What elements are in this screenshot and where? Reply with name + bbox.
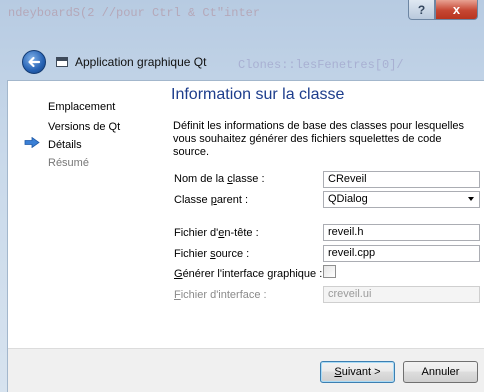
generate-ui-checkbox[interactable]: [323, 265, 336, 278]
background-code-line: ndeyboardS(2 //pour Ctrl & Ct"inter: [8, 6, 261, 20]
source-file-input[interactable]: reveil.cpp: [323, 245, 480, 262]
back-button[interactable]: [22, 50, 46, 74]
step-details: Détails: [48, 139, 82, 151]
step-resume: Résumé: [48, 157, 89, 169]
help-button[interactable]: ?: [408, 0, 435, 20]
class-name-input[interactable]: CReveil: [323, 171, 480, 188]
step-emplacement: Emplacement: [48, 101, 116, 113]
next-button[interactable]: Suivant >: [320, 361, 395, 383]
class-name-label: Nom de la classe :: [174, 173, 265, 185]
window-title: Application graphique Qt: [75, 55, 207, 69]
ui-file-input: creveil.ui: [323, 286, 480, 303]
close-icon: x: [452, 2, 461, 17]
ui-file-label: Fichier d'interface :: [174, 289, 267, 301]
generate-ui-label: Générer l'interface graphique :: [174, 268, 323, 280]
parent-class-select[interactable]: QDialog: [323, 191, 480, 208]
background-code-line: Clones::lesFenetres[0]/: [238, 58, 404, 72]
page-title: Information sur la classe: [171, 86, 345, 103]
cancel-button[interactable]: Annuler: [403, 361, 478, 383]
help-icon: ?: [417, 2, 426, 17]
close-button[interactable]: x: [435, 0, 478, 20]
chevron-down-icon: [468, 197, 474, 201]
page-description: Définit les informations de base des cla…: [173, 120, 465, 158]
source-file-label: Fichier source :: [174, 248, 250, 260]
application-icon: [56, 57, 68, 67]
header-file-input[interactable]: reveil.h: [323, 224, 480, 241]
parent-class-value: QDialog: [328, 193, 368, 205]
caption-buttons: ? x: [408, 0, 478, 21]
parent-class-label: Classe parent :: [174, 194, 248, 206]
current-step-arrow-icon: [24, 137, 40, 148]
back-arrow-icon: [28, 56, 41, 68]
step-versions-qt: Versions de Qt: [48, 121, 121, 133]
header-file-label: Fichier d'en-tête :: [174, 227, 259, 239]
